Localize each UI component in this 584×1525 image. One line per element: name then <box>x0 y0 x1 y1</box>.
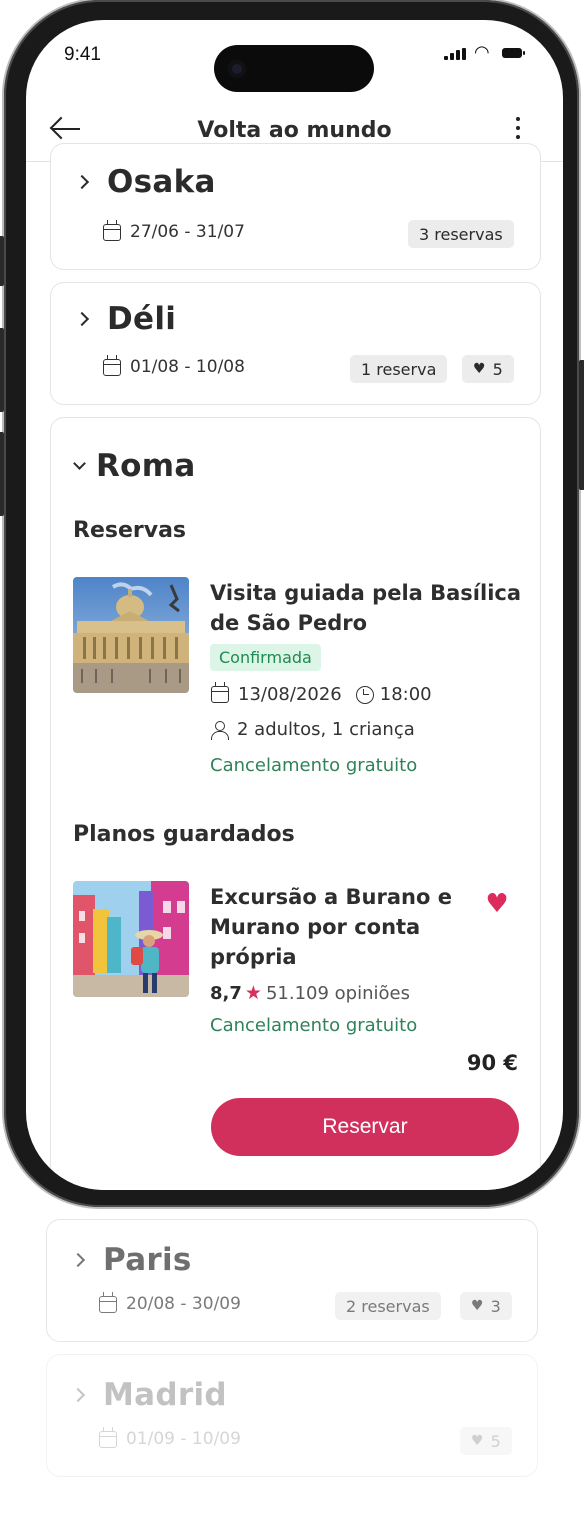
destination-header[interactable]: Roma <box>73 448 196 484</box>
calendar-icon <box>211 682 229 703</box>
trip-content[interactable]: Osaka 27/06 - 31/07 3 reservas Déli 01/0… <box>26 143 563 1190</box>
plan-title[interactable]: Excursão a Burano e Murano por conta pró… <box>210 882 470 972</box>
saved-chip: ♥ 5 <box>460 1427 512 1455</box>
calendar-icon <box>103 219 121 241</box>
signal-icon <box>444 48 466 60</box>
side-button <box>579 360 584 490</box>
heart-icon: ♥ <box>471 1433 484 1449</box>
plan-rating: 8,7 ★ 51.109 opiniões <box>210 982 410 1004</box>
destination-card-deli[interactable]: Déli 01/08 - 10/08 1 reserva ♥ 5 <box>50 282 541 405</box>
plan-price: 90 € <box>466 1051 518 1075</box>
destination-header[interactable]: Osaka <box>74 164 216 200</box>
city-name: Madrid <box>103 1377 227 1413</box>
calendar-icon <box>103 354 121 376</box>
burano-thumbnail[interactable] <box>73 881 189 997</box>
city-name: Paris <box>103 1242 192 1278</box>
date-range-text: 01/09 - 10/09 <box>126 1429 241 1449</box>
person-icon <box>211 720 229 740</box>
status-badge: Confirmada <box>210 644 321 671</box>
chevron-right-icon <box>74 311 90 327</box>
date-range: 20/08 - 30/09 <box>99 1291 241 1314</box>
chevron-right-icon <box>74 174 90 190</box>
city-name: Roma <box>96 448 196 484</box>
side-button <box>0 236 4 286</box>
favorite-heart-icon[interactable]: ♥ <box>483 890 511 918</box>
guests-text: 2 adultos, 1 criança <box>237 719 415 740</box>
reservations-chip: 3 reservas <box>408 220 514 248</box>
booking-date-time: 13/08/2026 18:00 <box>211 682 432 705</box>
chevron-right-icon <box>70 1387 86 1403</box>
burano-image <box>73 881 189 997</box>
heart-icon: ♥ <box>471 1298 484 1314</box>
reservations-count: 3 reservas <box>419 224 503 244</box>
saved-count: 3 <box>490 1296 501 1316</box>
battery-icon <box>502 48 525 58</box>
star-icon: ★ <box>244 982 262 1004</box>
reservations-chip: 1 reserva <box>350 355 448 383</box>
basilica-thumbnail[interactable] <box>73 577 189 693</box>
chevron-right-icon <box>70 1252 86 1268</box>
date-range: 27/06 - 31/07 <box>103 219 245 242</box>
date-range-text: 27/06 - 31/07 <box>130 222 245 242</box>
free-cancellation: Cancelamento gratuito <box>210 1015 418 1036</box>
screen: 9:41 ◠ Volta ao mundo Osaka 27/06 - 31/0… <box>26 20 563 1190</box>
destination-header[interactable]: Déli <box>74 301 177 337</box>
chevron-down-icon <box>73 456 86 470</box>
destination-card-roma[interactable]: Roma Reservas Visita guiada pela Basílic… <box>50 417 541 1190</box>
booking-title[interactable]: Visita guiada pela Basílica de São Pedro <box>210 578 525 638</box>
date-range-text: 01/08 - 10/08 <box>130 357 245 377</box>
heart-icon: ♥ <box>473 361 486 377</box>
wifi-icon: ◠ <box>474 42 490 63</box>
status-bar: 9:41 ◠ <box>26 20 563 100</box>
destination-card-paris[interactable]: Paris 20/08 - 30/09 2 reservas ♥ 3 <box>46 1219 538 1342</box>
reserve-button[interactable]: Reservar <box>211 1098 519 1156</box>
reservations-chip: 2 reservas <box>335 1292 441 1320</box>
page-title: Volta ao mundo <box>197 118 392 143</box>
destination-card-madrid[interactable]: Madrid 01/09 - 10/09 ♥ 5 <box>46 1354 538 1477</box>
booking-guests: 2 adultos, 1 criança <box>211 719 415 740</box>
side-button <box>0 432 4 516</box>
clock-icon <box>355 685 374 704</box>
reservations-heading: Reservas <box>73 518 187 543</box>
date-range: 01/08 - 10/08 <box>103 354 245 377</box>
date-range-text: 20/08 - 30/09 <box>126 1294 241 1314</box>
rating-score: 8,7 <box>210 982 242 1004</box>
saved-count: 5 <box>492 359 503 379</box>
destination-card-osaka[interactable]: Osaka 27/06 - 31/07 3 reservas <box>50 143 541 270</box>
review-count: 51.109 opiniões <box>265 982 410 1004</box>
calendar-icon <box>99 1426 117 1448</box>
city-name: Déli <box>107 301 177 337</box>
saved-chip: ♥ 5 <box>462 355 514 383</box>
reservations-count: 2 reservas <box>346 1296 430 1316</box>
status-time: 9:41 <box>64 44 101 65</box>
calendar-icon <box>99 1291 117 1313</box>
phone-frame: 9:41 ◠ Volta ao mundo Osaka 27/06 - 31/0… <box>0 0 584 1207</box>
saved-count: 5 <box>490 1431 501 1451</box>
side-button <box>0 328 4 412</box>
dynamic-island <box>214 45 374 92</box>
free-cancellation: Cancelamento gratuito <box>210 755 418 776</box>
booking-date: 13/08/2026 <box>238 684 342 705</box>
basilica-image <box>73 577 189 693</box>
booking-time: 18:00 <box>379 684 432 705</box>
destination-header[interactable]: Paris <box>70 1242 192 1278</box>
reservations-count: 1 reserva <box>361 359 437 379</box>
destination-header[interactable]: Madrid <box>70 1377 227 1413</box>
date-range: 01/09 - 10/09 <box>99 1426 241 1449</box>
camera-icon <box>228 60 246 78</box>
saved-plans-heading: Planos guardados <box>73 822 295 847</box>
city-name: Osaka <box>107 164 216 200</box>
saved-chip: ♥ 3 <box>460 1292 512 1320</box>
